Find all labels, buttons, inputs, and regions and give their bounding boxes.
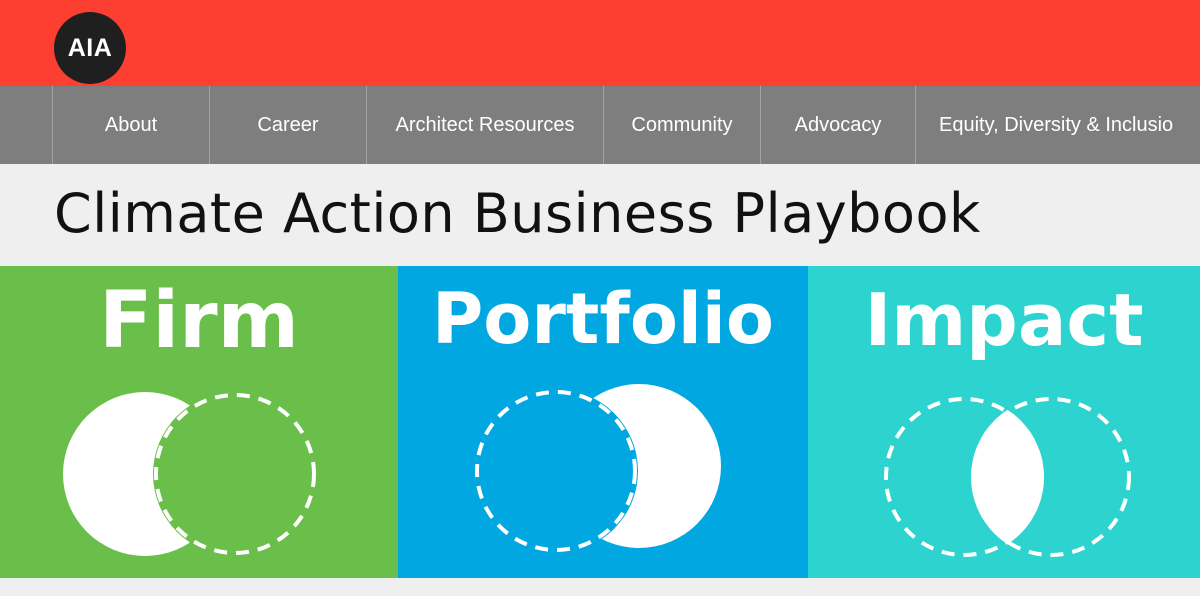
main-navigation: About Career Architect Resources Communi… — [0, 86, 1200, 164]
nav-item-career[interactable]: Career — [210, 86, 367, 164]
portfolio-panel[interactable]: Portfolio — [398, 266, 808, 578]
crescent-left-venn-icon — [63, 392, 316, 556]
aia-logo[interactable]: AIA — [54, 12, 126, 84]
firm-panel[interactable]: Firm — [0, 266, 398, 578]
nav-item-equity-diversity-inclusion[interactable]: Equity, Diversity & Inclusio — [916, 86, 1200, 164]
bottom-strip — [0, 578, 1200, 596]
nav-spacer — [0, 86, 53, 164]
page-title: Climate Action Business Playbook — [54, 182, 981, 245]
crescent-right-venn-icon — [475, 384, 721, 552]
lens-intersection-venn-icon — [884, 397, 1131, 557]
nav-item-architect-resources[interactable]: Architect Resources — [367, 86, 604, 164]
nav-item-advocacy[interactable]: Advocacy — [761, 86, 916, 164]
nav-item-community[interactable]: Community — [604, 86, 761, 164]
hero-banner: Firm Portfolio Impact — [0, 266, 1200, 578]
impact-panel[interactable]: Impact — [808, 266, 1200, 578]
top-bar: AIA — [0, 0, 1200, 86]
title-band: Climate Action Business Playbook — [0, 164, 1200, 266]
nav-item-about[interactable]: About — [53, 86, 210, 164]
